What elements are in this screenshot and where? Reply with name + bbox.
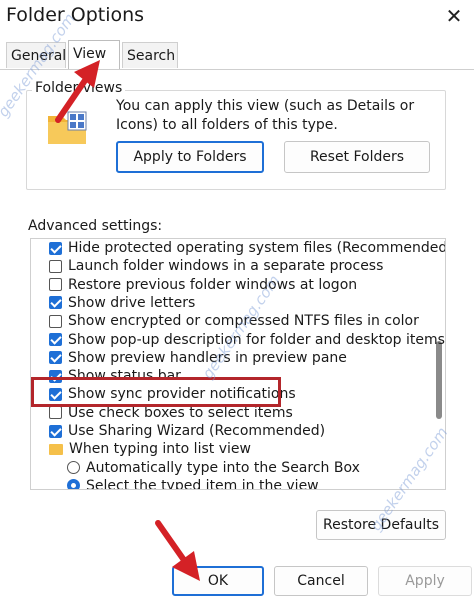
sync-notifications-highlight	[31, 377, 281, 407]
folder-icon	[49, 443, 63, 455]
list-item[interactable]: Show preview handlers in preview pane	[49, 349, 347, 367]
advanced-settings-label: Advanced settings:	[28, 218, 163, 234]
checkbox-checked-icon[interactable]	[49, 424, 62, 438]
list-item-label: Launch folder windows in a separate proc…	[68, 258, 384, 275]
list-item-label: Use check boxes to select items	[68, 404, 293, 421]
list-item[interactable]: Launch folder windows in a separate proc…	[49, 257, 383, 275]
folder-views-description: You can apply this view (such as Details…	[116, 98, 415, 133]
checkbox-checked-icon[interactable]	[49, 241, 62, 255]
list-item[interactable]: Use Sharing Wizard (Recommended)	[49, 422, 325, 440]
list-item[interactable]: Select the typed item in the view	[67, 477, 319, 490]
radio-unselected-icon[interactable]	[67, 461, 80, 475]
list-item[interactable]: Hide protected operating system files (R…	[49, 239, 446, 257]
list-item-label: Automatically type into the Search Box	[86, 459, 360, 476]
advanced-settings-list: Hide protected operating system files (R…	[30, 238, 446, 490]
list-item[interactable]: Automatically type into the Search Box	[67, 459, 360, 477]
cancel-button[interactable]: Cancel	[274, 566, 368, 596]
apply-button[interactable]: Apply	[378, 566, 472, 596]
list-item[interactable]: When typing into list view	[49, 440, 251, 458]
close-icon[interactable]: ✕	[440, 4, 468, 28]
checkbox-checked-icon[interactable]	[49, 333, 62, 346]
list-item-label: When typing into list view	[69, 441, 251, 458]
list-item-label: Use Sharing Wizard (Recommended)	[68, 423, 326, 439]
checkbox-checked-icon[interactable]	[49, 296, 62, 310]
checkbox-unchecked-icon[interactable]	[49, 259, 62, 273]
checkbox-unchecked-icon[interactable]	[49, 278, 62, 292]
checkbox-checked-icon[interactable]	[49, 351, 62, 365]
arrow-icon	[55, 60, 100, 123]
checkbox-unchecked-icon[interactable]	[49, 406, 62, 420]
apply-to-folders-button[interactable]: Apply to Folders	[116, 141, 264, 173]
arrow-icon	[155, 520, 200, 581]
scrollbar-thumb[interactable]	[436, 341, 442, 419]
list-item-label: Hide protected operating system files (R…	[68, 240, 446, 256]
radio-selected-icon[interactable]	[67, 479, 80, 489]
list-item[interactable]: Show drive letters	[49, 294, 195, 312]
list-item[interactable]: Restore previous folder windows at logon	[49, 276, 357, 294]
list-item-label: Select the typed item in the view	[86, 477, 319, 490]
reset-folders-button[interactable]: Reset Folders	[284, 141, 430, 173]
list-item-label: Show pop-up description for folder and d…	[68, 331, 445, 348]
tab-search[interactable]: Search	[122, 42, 178, 68]
checkbox-unchecked-icon[interactable]	[49, 314, 62, 328]
list-item-label: Show drive letters	[68, 294, 196, 311]
list-item-label: Restore previous folder windows at logon	[68, 276, 358, 293]
